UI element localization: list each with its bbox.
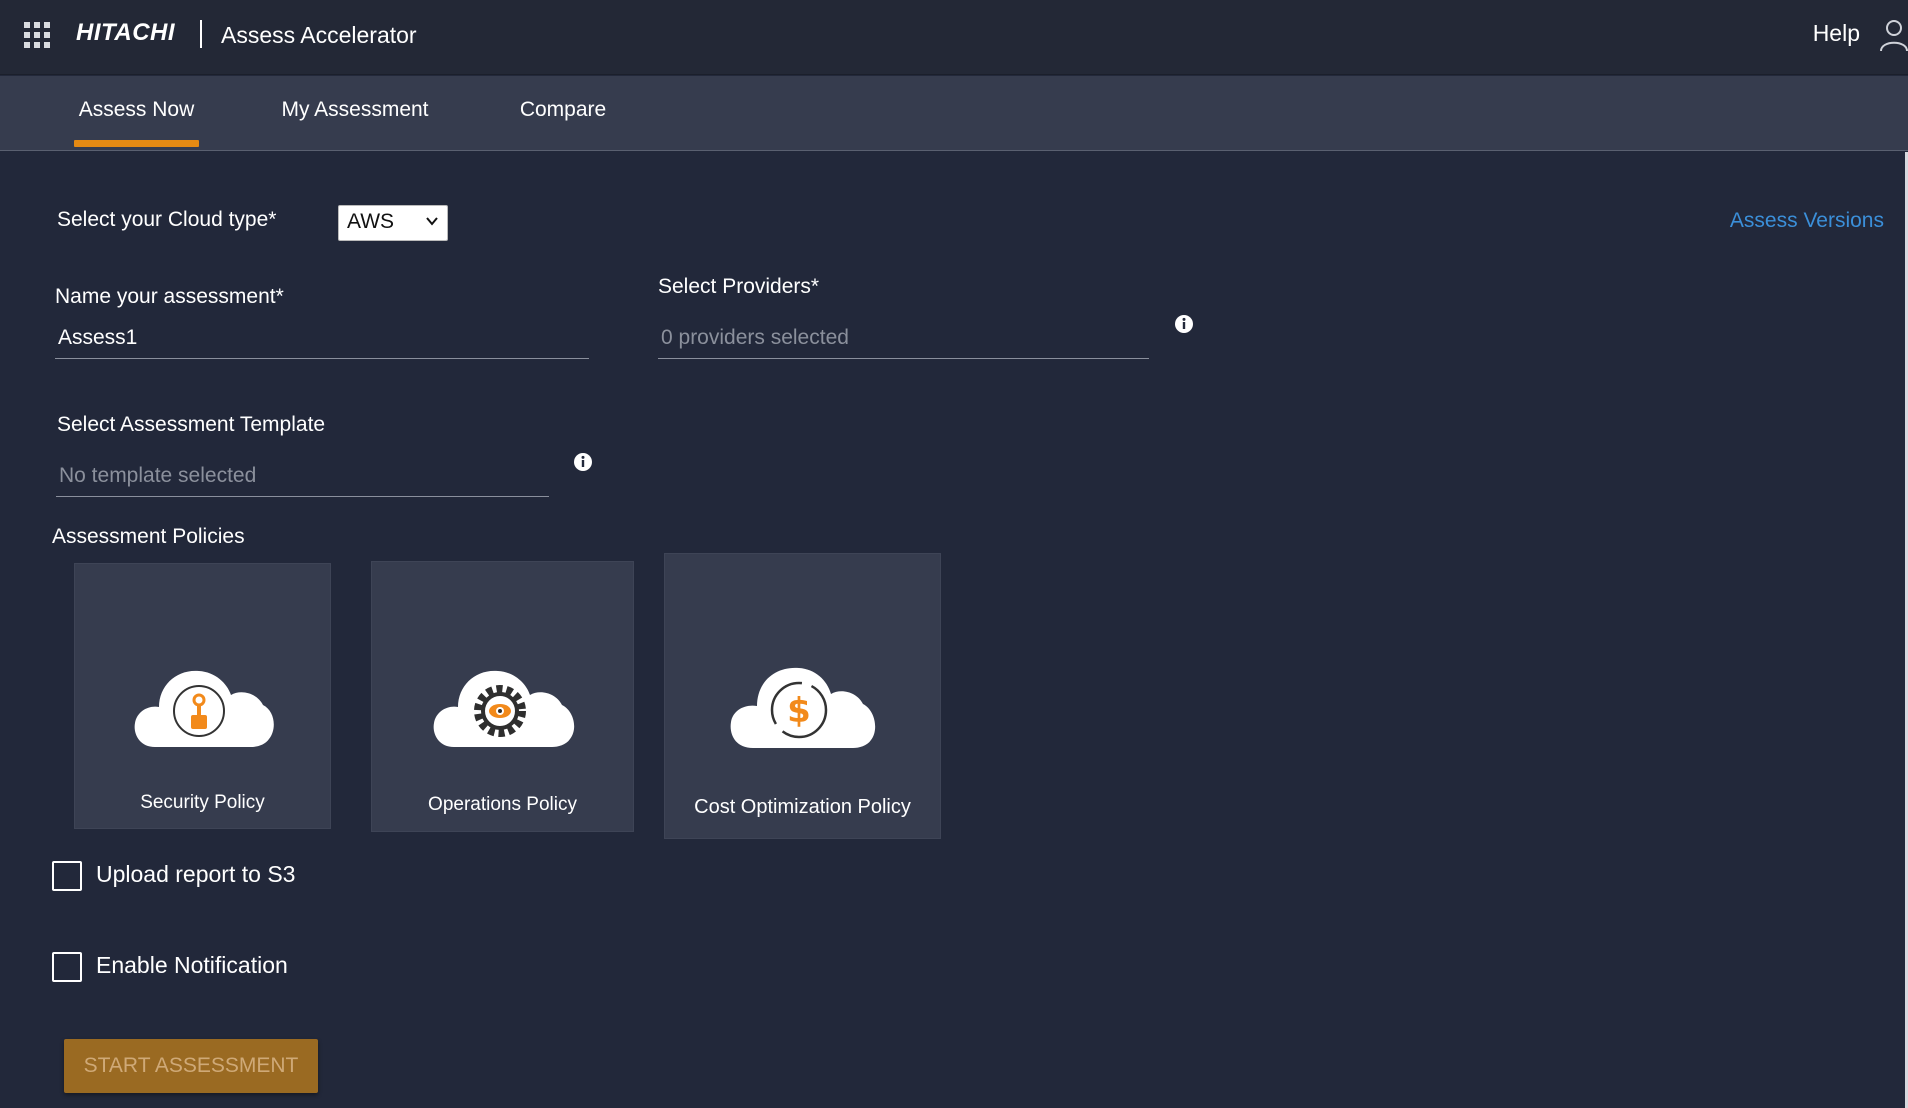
- security-cloud-icon: [134, 670, 274, 747]
- tab-my-assessment[interactable]: My Assessment: [278, 76, 432, 151]
- policies-label: Assessment Policies: [52, 525, 245, 548]
- tab-assess-now[interactable]: Assess Now: [74, 76, 199, 151]
- security-policy-card[interactable]: Security Policy: [74, 563, 331, 829]
- tab-compare[interactable]: Compare: [513, 76, 613, 151]
- template-select[interactable]: No template selected: [56, 457, 549, 497]
- info-icon[interactable]: [573, 452, 593, 472]
- brand-separator: [200, 20, 202, 48]
- cost-cloud-icon: $: [730, 667, 875, 748]
- cost-optimization-policy-label: Cost Optimization Policy: [694, 796, 911, 818]
- svg-text:$: $: [787, 691, 811, 731]
- app-title: Assess Accelerator: [221, 22, 417, 48]
- operations-policy-label: Operations Policy: [428, 794, 577, 815]
- top-bar: HITACHI Assess Accelerator Help: [0, 0, 1908, 75]
- assessment-name-input[interactable]: Assess1: [55, 319, 589, 359]
- cloud-type-label: Select your Cloud type*: [57, 208, 277, 231]
- cloud-type-value: AWS: [347, 210, 395, 233]
- help-link[interactable]: Help: [1813, 20, 1860, 47]
- start-assessment-button[interactable]: START ASSESSMENT: [64, 1039, 318, 1093]
- providers-label: Select Providers*: [658, 275, 820, 298]
- cost-optimization-policy-card[interactable]: $ Cost Optimization Policy: [664, 553, 941, 839]
- assess-versions-link[interactable]: Assess Versions: [1730, 209, 1884, 233]
- cloud-type-select[interactable]: AWS: [338, 205, 448, 241]
- operations-cloud-icon: [433, 670, 574, 747]
- apps-grid-icon[interactable]: [24, 22, 50, 48]
- brand-logo: HITACHI: [76, 19, 176, 46]
- security-policy-label: Security Policy: [140, 792, 265, 813]
- enable-notification-checkbox[interactable]: [52, 952, 82, 982]
- template-label: Select Assessment Template: [57, 413, 326, 436]
- name-label: Name your assessment*: [55, 285, 284, 308]
- enable-notification-label: Enable Notification: [96, 952, 288, 978]
- upload-report-checkbox[interactable]: [52, 861, 82, 891]
- tab-bar: Assess Now My Assessment Compare: [0, 76, 1908, 151]
- info-icon[interactable]: [1174, 314, 1194, 334]
- providers-select[interactable]: 0 providers selected: [658, 319, 1149, 359]
- chevron-down-icon: [426, 217, 438, 226]
- upload-report-label: Upload report to S3: [96, 861, 296, 887]
- operations-policy-card[interactable]: Operations Policy: [371, 561, 634, 832]
- user-icon[interactable]: [1878, 18, 1908, 52]
